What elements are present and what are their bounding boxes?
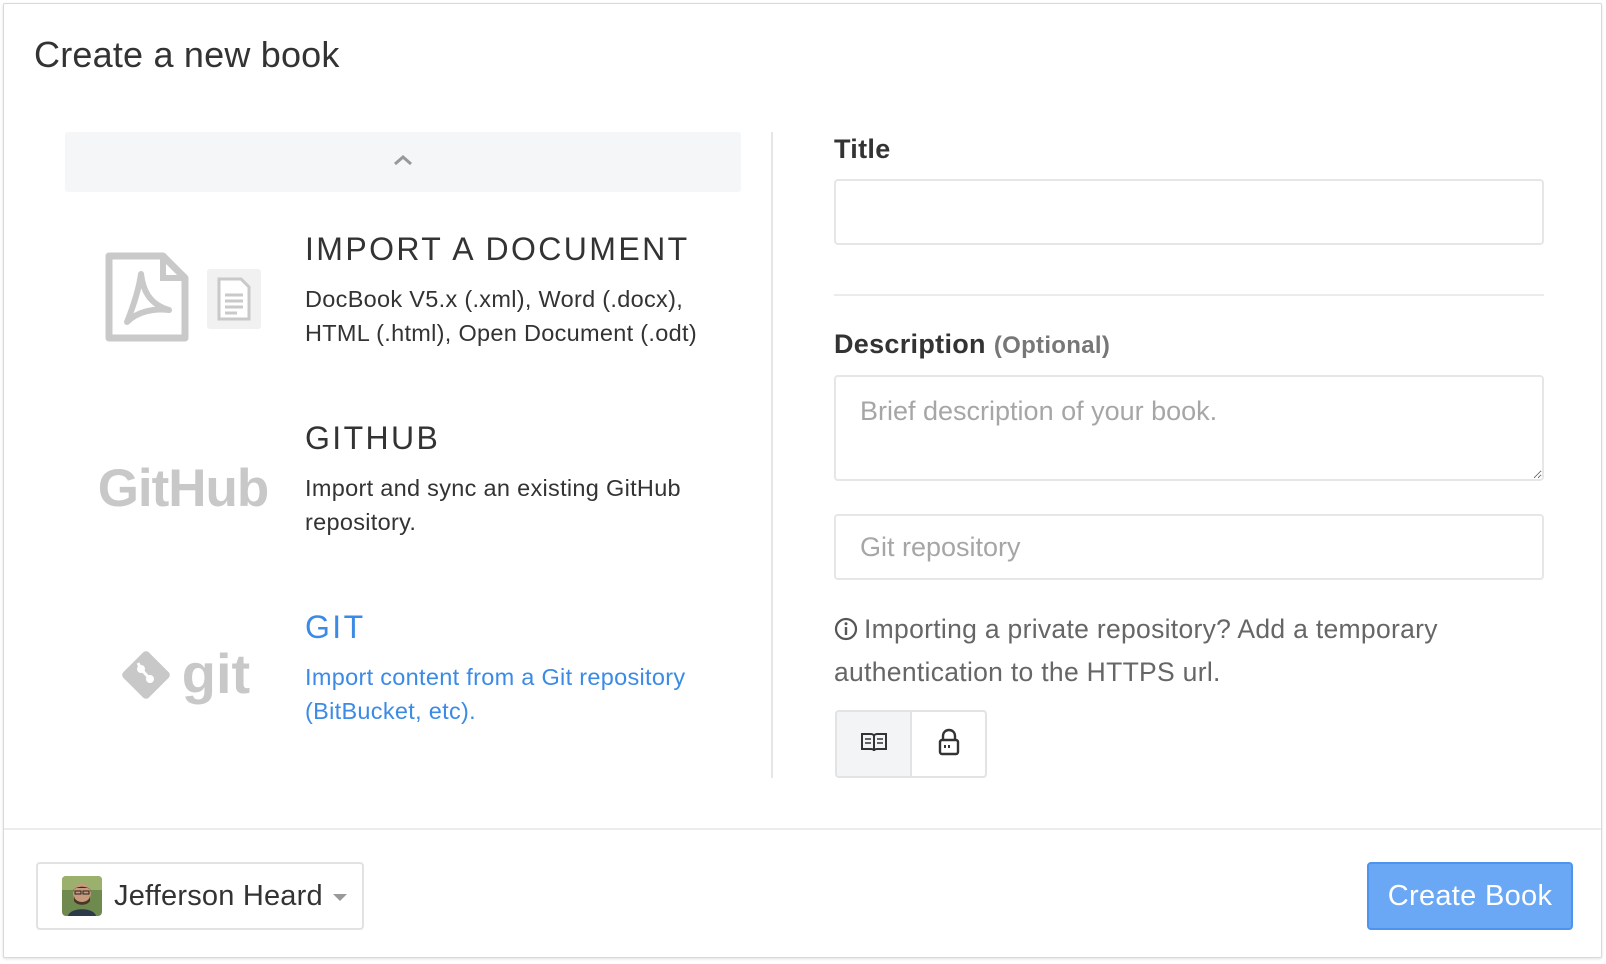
avatar bbox=[62, 876, 102, 916]
form-divider bbox=[834, 294, 1544, 296]
description-label: Description bbox=[834, 329, 986, 359]
git-repository-input[interactable] bbox=[834, 514, 1544, 580]
footer-divider bbox=[4, 828, 1601, 830]
source-title: GITHUB bbox=[305, 420, 441, 456]
chevron-up-icon bbox=[392, 153, 414, 172]
pdf-document-icon bbox=[105, 252, 189, 347]
hint-text: Importing a private repository? Add a te… bbox=[834, 614, 1438, 687]
private-repo-hint: Importing a private repository? Add a te… bbox=[834, 609, 1534, 692]
scroll-up-button[interactable] bbox=[65, 132, 741, 192]
owner-dropdown[interactable]: Jefferson Heard bbox=[36, 862, 364, 930]
description-label-row: Description (Optional) bbox=[834, 329, 1110, 360]
source-title: GIT bbox=[305, 609, 366, 645]
public-visibility-button[interactable] bbox=[837, 712, 912, 776]
github-logo: GitHub bbox=[93, 408, 273, 568]
document-icons bbox=[93, 219, 273, 379]
title-label: Title bbox=[834, 134, 891, 164]
source-import-document[interactable]: IMPORT A DOCUMENT DocBook V5.x (.xml), W… bbox=[65, 219, 741, 399]
title-input[interactable] bbox=[834, 179, 1544, 245]
lock-icon bbox=[938, 728, 960, 761]
column-divider bbox=[771, 132, 773, 778]
source-title: IMPORT A DOCUMENT bbox=[305, 231, 690, 267]
modal-title: Create a new book bbox=[34, 34, 340, 75]
caret-down-icon bbox=[332, 893, 347, 901]
info-icon bbox=[834, 612, 858, 652]
source-description: Import content from a Git repository (Bi… bbox=[305, 664, 686, 724]
git-diamond-icon bbox=[116, 645, 176, 710]
text-document-icon bbox=[207, 269, 261, 329]
create-book-modal: Create a new book IMPORT A DOCUMENT DocB… bbox=[3, 3, 1602, 958]
source-github[interactable]: GitHub GITHUB Import and sync an existin… bbox=[65, 408, 741, 588]
create-book-button[interactable]: Create Book bbox=[1367, 862, 1573, 930]
source-description: Import and sync an existing GitHub repos… bbox=[305, 475, 681, 535]
github-logo-text: GitHub bbox=[97, 458, 270, 518]
source-git[interactable]: git GIT Import content from a Git reposi… bbox=[65, 597, 741, 777]
visibility-toggle bbox=[835, 710, 987, 778]
owner-name: Jefferson Heard bbox=[114, 879, 323, 912]
description-textarea[interactable] bbox=[834, 375, 1544, 481]
git-logo-text: git bbox=[181, 641, 251, 705]
private-visibility-button[interactable] bbox=[912, 712, 985, 776]
git-logo: git bbox=[93, 597, 273, 757]
open-book-icon bbox=[860, 731, 888, 758]
source-description: DocBook V5.x (.xml), Word (.docx), HTML … bbox=[305, 286, 697, 346]
optional-label: (Optional) bbox=[993, 332, 1111, 359]
